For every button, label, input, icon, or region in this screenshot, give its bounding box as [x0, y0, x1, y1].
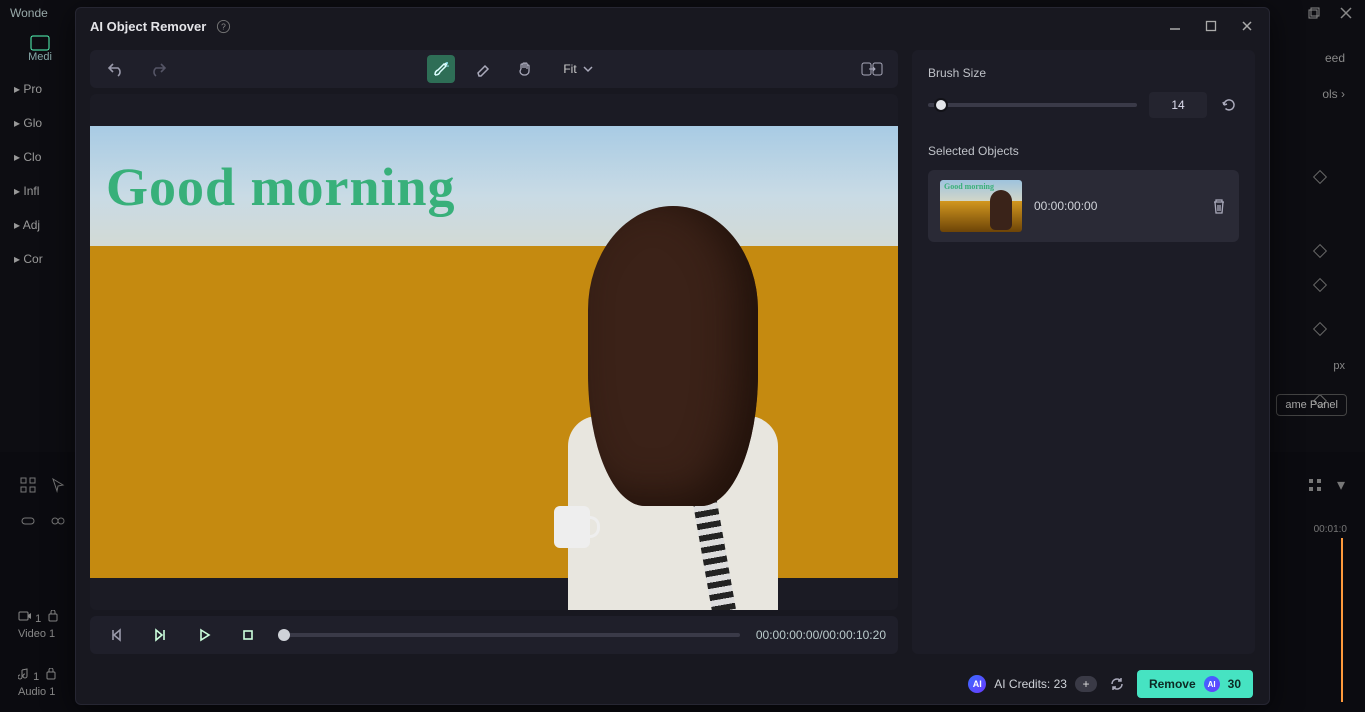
bg-section-4[interactable]: ▸ Adj — [0, 208, 80, 242]
timeline-playhead[interactable] — [1341, 538, 1343, 702]
svg-text:?: ? — [221, 21, 226, 31]
chevron-down-icon[interactable]: ▾ — [1337, 475, 1345, 495]
bg-sidebar-tab-media[interactable]: Medi — [0, 26, 80, 72]
ai-credits: AI AI Credits: 23 + — [968, 675, 1097, 693]
brush-size-label: Brush Size — [928, 66, 1239, 80]
track-video[interactable]: 1 — [18, 610, 59, 625]
bg-section-5[interactable]: ▸ Cor — [0, 242, 80, 276]
ai-badge-icon: AI — [968, 675, 986, 693]
zoom-fit-select[interactable]: Fit — [553, 55, 602, 83]
preview-image: Good morning — [90, 126, 898, 578]
compare-button[interactable] — [858, 55, 886, 83]
next-frame-button[interactable] — [146, 621, 174, 649]
track-audio-label: Audio 1 — [18, 686, 55, 698]
close-button[interactable] — [1241, 20, 1255, 32]
layout-grid-icon[interactable] — [20, 477, 36, 493]
brush-tool-button[interactable] — [427, 55, 455, 83]
dialog-title: AI Object Remover — [90, 19, 206, 34]
playbar-track[interactable] — [278, 633, 740, 637]
brush-reset-button[interactable] — [1219, 95, 1239, 115]
remove-button-label: Remove — [1149, 677, 1196, 691]
preview-toolbar: Fit — [90, 50, 898, 88]
bg-px-label: px — [1275, 348, 1365, 384]
track-video-label: Video 1 — [18, 628, 55, 640]
maximize-button[interactable] — [1205, 20, 1219, 32]
eraser-tool-button[interactable] — [469, 55, 497, 83]
preview-viewport[interactable]: Good morning — [90, 94, 898, 610]
selected-objects-label: Selected Objects — [928, 144, 1239, 158]
bg-sidebar-tab-label: Medi — [28, 51, 52, 63]
ai-credits-label: AI Credits: 23 — [994, 677, 1067, 691]
hand-tool-button[interactable] — [511, 55, 539, 83]
help-icon[interactable]: ? — [216, 19, 231, 34]
timeline-ruler-end: 00:01:0 — [1314, 524, 1347, 535]
keyframe-panel-button[interactable]: ame Panel — [1276, 394, 1347, 416]
remove-cost: 30 — [1228, 677, 1241, 691]
side-panel: Brush Size 14 Selected Objects Good morn… — [912, 50, 1255, 654]
object-timestamp: 00:00:00:00 — [1034, 199, 1199, 213]
cursor-icon[interactable] — [50, 477, 66, 493]
add-credits-button[interactable]: + — [1075, 676, 1097, 692]
keyframe-diamond-icon[interactable] — [1313, 170, 1327, 184]
track-audio[interactable]: 1 — [18, 668, 57, 683]
keyframe-diamond-icon[interactable] — [1313, 278, 1327, 292]
list-view-icon[interactable] — [1307, 477, 1323, 493]
minimize-button[interactable] — [1169, 20, 1183, 32]
chevron-down-icon — [583, 65, 593, 73]
thumbnail-text: Good morning — [944, 182, 994, 191]
playbar: 00:00:00:00/00:00:10:20 — [90, 616, 898, 654]
refresh-button[interactable] — [1109, 676, 1125, 692]
brush-size-slider[interactable] — [928, 103, 1137, 107]
undo-button[interactable] — [102, 55, 130, 83]
preview-subject — [548, 206, 808, 578]
selected-object-item[interactable]: Good morning 00:00:00:00 — [928, 170, 1239, 242]
dialog-window-controls — [1169, 20, 1255, 32]
timecode: 00:00:00:00/00:00:10:20 — [756, 628, 886, 642]
chain-icon[interactable] — [50, 513, 66, 529]
bg-restore-icon[interactable] — [1307, 6, 1321, 20]
zoom-fit-label: Fit — [563, 62, 576, 76]
bg-section-2[interactable]: ▸ Clo — [0, 140, 80, 174]
dialog-titlebar: AI Object Remover ? — [76, 8, 1269, 44]
remove-button[interactable]: Remove AI 30 — [1137, 670, 1253, 698]
overlay-text: Good morning — [106, 156, 456, 218]
link-icon[interactable] — [20, 513, 36, 529]
bg-window-controls — [1307, 6, 1353, 20]
keyframe-diamond-icon[interactable] — [1313, 244, 1327, 258]
dialog-footer: AI AI Credits: 23 + Remove AI 30 — [76, 664, 1269, 704]
playbar-thumb[interactable] — [278, 629, 290, 641]
play-button[interactable] — [190, 621, 218, 649]
brush-size-value[interactable]: 14 — [1149, 92, 1207, 118]
bg-section-3[interactable]: ▸ Infl — [0, 174, 80, 208]
keyframe-diamond-icon[interactable] — [1313, 322, 1327, 336]
bg-section-1[interactable]: ▸ Glo — [0, 106, 80, 140]
ai-badge-icon: AI — [1204, 676, 1220, 692]
stop-button[interactable] — [234, 621, 262, 649]
bg-close-icon[interactable] — [1339, 6, 1353, 20]
bg-section-0[interactable]: ▸ Pro — [0, 72, 80, 106]
bg-right-tab[interactable]: eed — [1275, 40, 1365, 76]
object-thumbnail: Good morning — [940, 180, 1022, 232]
prev-frame-button[interactable] — [102, 621, 130, 649]
bg-right-tools[interactable]: ols › — [1275, 76, 1365, 112]
redo-button[interactable] — [144, 55, 172, 83]
delete-object-button[interactable] — [1211, 197, 1227, 215]
bg-app-title: Wonde — [10, 6, 48, 20]
preview-pane: Fit Good morning — [90, 50, 898, 654]
brush-size-thumb[interactable] — [934, 98, 948, 112]
ai-object-remover-dialog: AI Object Remover ? — [75, 7, 1270, 705]
